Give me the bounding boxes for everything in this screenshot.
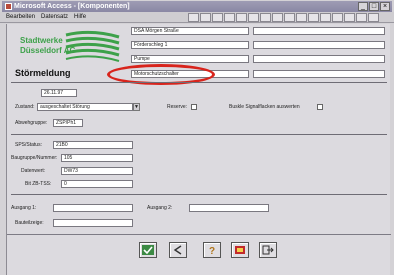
exit-icon [262,245,274,255]
address-field-2[interactable]: Förderschleg 1 [131,41,249,49]
datenwert-field[interactable]: DW73 [61,167,133,175]
abwgruppe-field[interactable]: ZSP/Ph1 [53,119,83,127]
window-title: Microsoft Access - [Komponenten] [14,3,130,10]
address-field-4b[interactable] [253,70,385,78]
toolbar-button-10[interactable] [296,13,307,22]
exit-button[interactable] [259,242,277,258]
address-field-2b[interactable] [253,41,385,49]
reserve-label: Reserve: [167,104,188,110]
toolbar-button-16[interactable] [368,13,379,22]
address-field-1[interactable]: DSA Mörgen Straße [131,27,249,35]
print-icon [235,246,245,254]
ausgang1-field[interactable] [53,204,133,212]
toolbar-button-2[interactable] [200,13,211,22]
menu-item-hilfe[interactable]: Hilfe [74,12,86,23]
lower-divider [11,194,387,195]
ausgang2-label: Ausgang 2: [147,205,173,211]
check-icon [142,245,154,255]
toolbar-button-8[interactable] [272,13,283,22]
help-button[interactable]: ? [203,242,221,258]
back-button[interactable] [169,242,187,258]
ausgang1-label: Ausgang 1: [11,205,37,211]
signal-checkbox[interactable] [317,104,323,110]
toolbar-button-6[interactable] [248,13,259,22]
toolbar-button-13[interactable] [332,13,343,22]
section-divider [11,134,387,135]
stadtwerke-logo: Stadtwerke Düsseldorf AG [11,27,123,67]
toolbar-icons [188,13,379,22]
toolbar-button-4[interactable] [224,13,235,22]
print-button[interactable] [231,242,249,258]
address-field-3b[interactable] [253,55,385,63]
bitzeile-label: Bit ZB-TSS: [25,181,52,187]
page-title: Störmeldung [15,68,71,78]
bitzeile-field[interactable]: 0 [61,180,133,188]
menu-item-bearbeiten[interactable]: Bearbeiten [6,12,35,23]
abwgruppe-label: Abwehgruppe: [15,120,48,126]
toolbar-button-11[interactable] [308,13,319,22]
sps-field[interactable]: 21B0 [53,141,133,149]
logo-text: Stadtwerke Düsseldorf AG [20,36,76,56]
baugruppe-label: Baugruppe/Nummer: [11,155,58,161]
toolbar-button-5[interactable] [236,13,247,22]
toolbar-button-9[interactable] [284,13,295,22]
maximize-button[interactable]: □ [369,2,379,11]
menu-bar: Bearbeiten Datensatz Hilfe [6,12,86,23]
minimize-button[interactable]: _ [358,2,368,11]
toolbar-button-1[interactable] [188,13,199,22]
title-bar: Microsoft Access - [Komponenten] _ □ × [2,1,392,12]
logo-line-2: Düsseldorf AG [20,46,76,55]
komponenten-form: Stadtwerke Düsseldorf AG DSA Mörgen Stra… [6,24,391,275]
reserve-checkbox[interactable] [191,104,197,110]
address-field-3[interactable]: Pumpe [131,55,249,63]
toolbar-button-12[interactable] [320,13,331,22]
bauteil-label: Bauteilzeige: [15,220,44,226]
toolbar-button-7[interactable] [260,13,271,22]
app-icon[interactable] [5,3,12,10]
confirm-button[interactable] [139,242,157,258]
help-icon: ? [209,246,215,255]
button-bar-divider [7,234,391,235]
menu-toolbar: Bearbeiten Datensatz Hilfe [0,12,394,23]
datenwert-label: Datenwert: [21,168,46,174]
svg-text:?: ? [209,246,215,255]
ausgang2-field[interactable] [189,204,269,212]
toolbar-button-14[interactable] [344,13,355,22]
chevron-down-icon[interactable]: ▼ [133,103,140,111]
logo-line-1: Stadtwerke [20,36,63,45]
zustand-select[interactable]: ausgeschaltet Störung [37,103,133,111]
baugruppe-field[interactable]: 105 [61,154,133,162]
back-icon [173,245,182,255]
header-divider [11,82,387,83]
sps-label: SPS/Status: [15,142,42,148]
access-window: Microsoft Access - [Komponenten] _ □ × B… [0,0,394,275]
toolbar-button-3[interactable] [212,13,223,22]
window-controls: _ □ × [358,2,390,11]
toolbar-button-15[interactable] [356,13,367,22]
date-field[interactable]: 26.11.97 [41,89,77,97]
bauteil-field[interactable] [53,219,133,227]
zustand-label: Zustand: [15,104,35,110]
address-field-1b[interactable] [253,27,385,35]
menu-item-datensatz[interactable]: Datensatz [41,12,68,23]
signal-label: Buskle Signalflacken auswerten [229,104,300,110]
close-button[interactable]: × [380,2,390,11]
